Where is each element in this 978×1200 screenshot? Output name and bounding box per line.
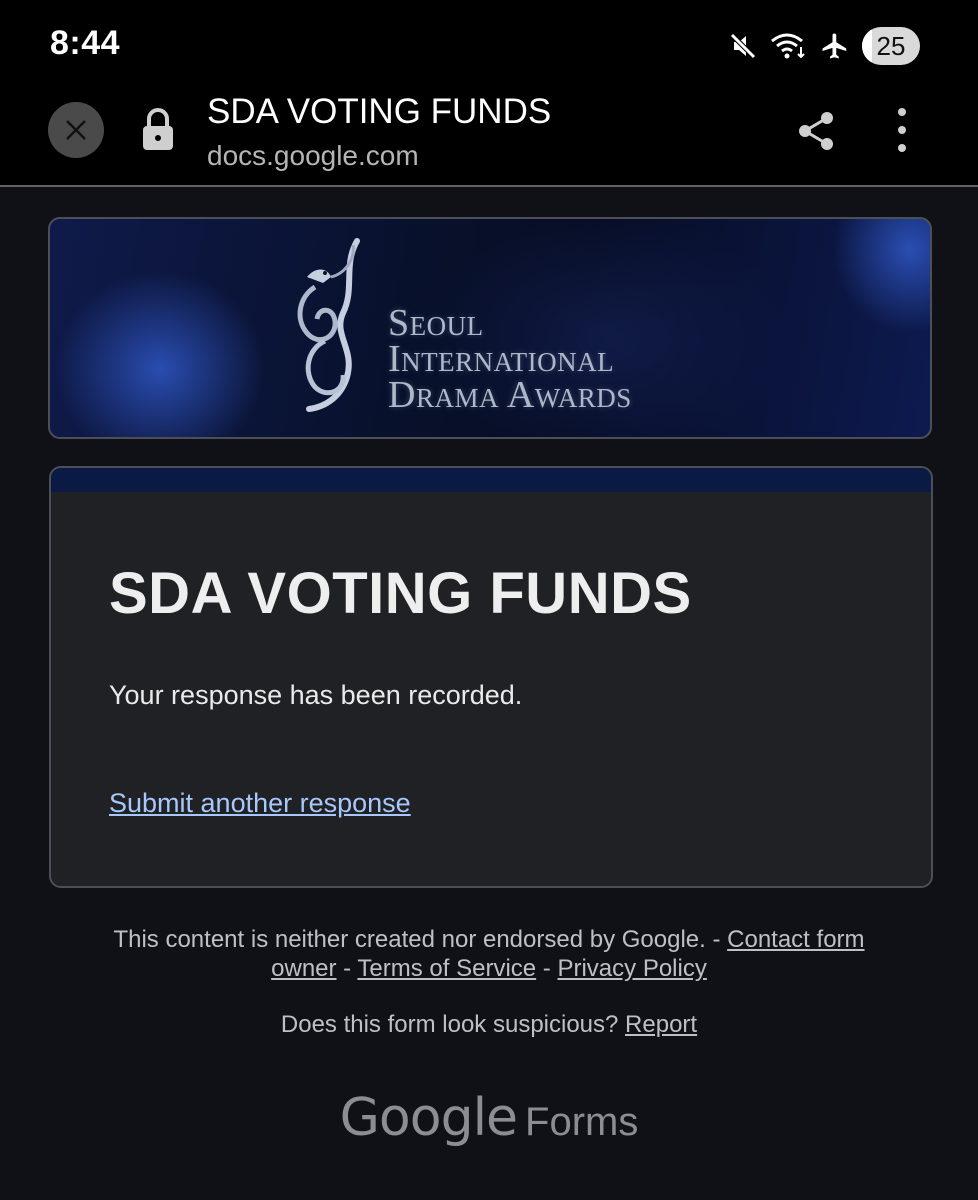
confirmation-card: SDA VOTING FUNDS Your response has been … (49, 466, 933, 888)
google-forms-logo[interactable]: Google Forms (0, 1088, 978, 1148)
wifi-icon (770, 31, 808, 61)
status-icons: 25 (728, 24, 920, 68)
close-icon (66, 120, 86, 140)
form-header-banner: Seoul International Drama Awards (48, 217, 932, 439)
status-time: 8:44 (50, 24, 121, 62)
submit-another-link[interactable]: Submit another response (109, 788, 411, 819)
separator: - (705, 926, 728, 953)
separator: - (536, 955, 558, 982)
status-bar: 8:44 25 (0, 0, 978, 88)
separator: - (336, 955, 358, 982)
phoenix-emblem-icon (285, 237, 385, 422)
mute-icon (728, 31, 758, 61)
banner-logo-text: Seoul International Drama Awards (388, 302, 632, 416)
banner-line-3: Drama Awards (388, 374, 632, 416)
page-domain: docs.google.com (207, 140, 419, 171)
disclaimer-text: This content is neither created nor endo… (113, 926, 706, 953)
report-prompt: Does this form look suspicious? Report (90, 1011, 888, 1039)
share-icon (799, 112, 833, 150)
battery-icon: 25 (862, 27, 920, 65)
share-button[interactable] (796, 110, 836, 157)
battery-level: 25 (876, 30, 906, 61)
forms-wordmark: Forms (525, 1100, 639, 1144)
report-link[interactable]: Report (625, 1011, 697, 1038)
suspicious-text: Does this form look suspicious? (280, 1011, 619, 1038)
airplane-icon (820, 31, 850, 61)
privacy-link[interactable]: Privacy Policy (557, 955, 706, 982)
banner-line-1: Seoul (388, 302, 484, 344)
close-button[interactable] (48, 102, 104, 158)
card-accent-bar (51, 468, 931, 492)
browser-toolbar: SDA VOTING FUNDS docs.google.com (0, 88, 978, 187)
page-title: SDA VOTING FUNDS (207, 92, 552, 131)
more-vert-icon[interactable] (888, 108, 916, 152)
google-wordmark: Google (339, 1088, 518, 1148)
lock-icon[interactable] (140, 106, 176, 157)
confirmation-message: Your response has been recorded. (109, 680, 523, 710)
banner-line-2: International (388, 338, 615, 380)
terms-link[interactable]: Terms of Service (357, 955, 536, 982)
form-title: SDA VOTING FUNDS (109, 561, 692, 626)
footer-disclaimer: This content is neither created nor endo… (90, 925, 888, 983)
